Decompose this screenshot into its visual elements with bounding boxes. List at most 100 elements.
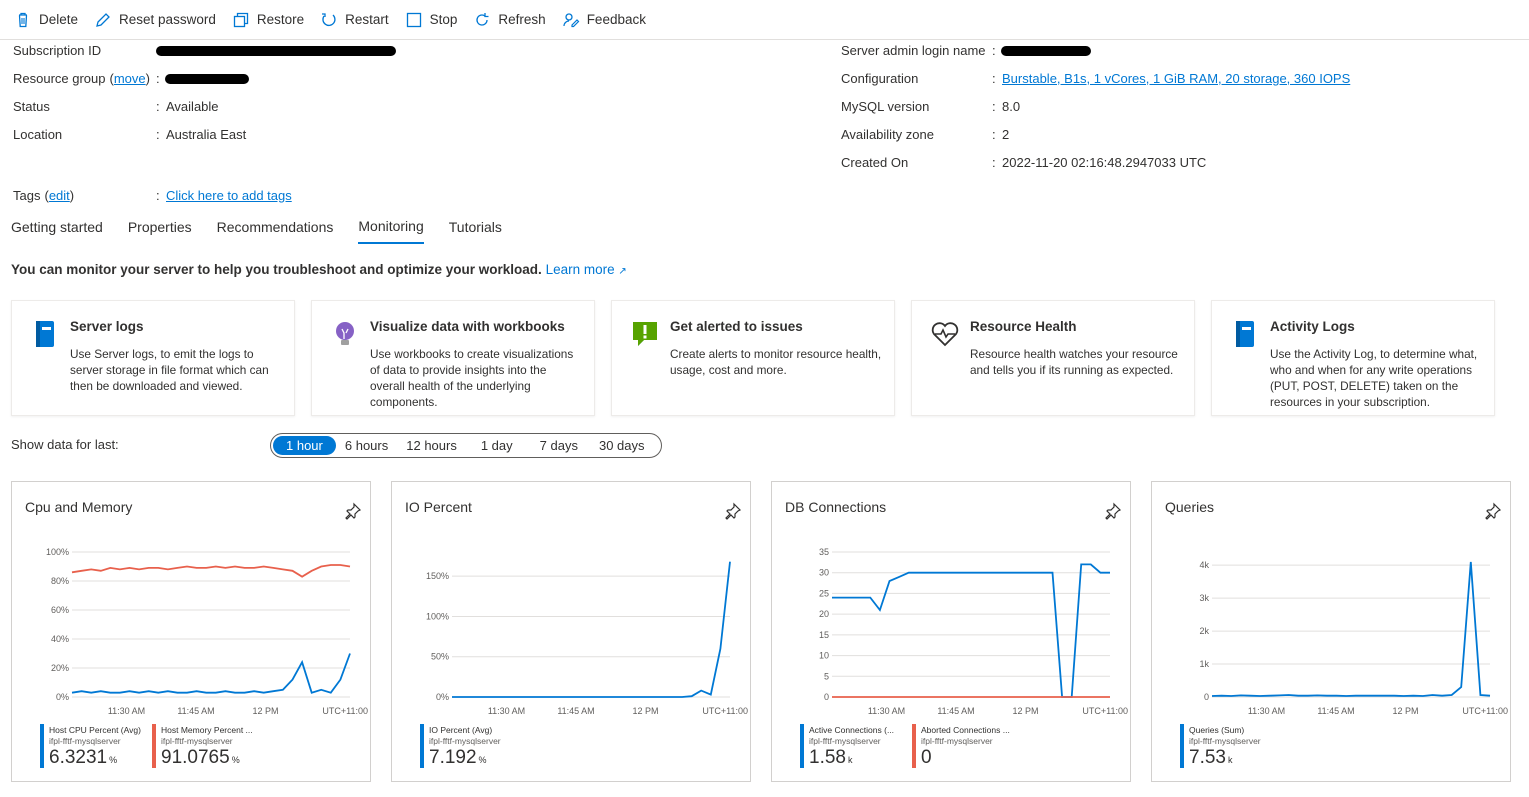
pin-icon[interactable] bbox=[1104, 502, 1122, 520]
resource-group-value[interactable] bbox=[165, 71, 249, 86]
tab-getting-started[interactable]: Getting started bbox=[11, 210, 103, 244]
resource-health-card[interactable]: Resource Health Resource health watches … bbox=[911, 300, 1195, 416]
refresh-button[interactable]: Refresh bbox=[473, 0, 546, 40]
workbooks-card[interactable]: Visualize data with workbooks Use workbo… bbox=[311, 300, 595, 416]
tab-properties[interactable]: Properties bbox=[128, 210, 192, 244]
legend-resource: ifpl-fftf-mysqlserver bbox=[921, 736, 993, 746]
subscription-id-row: Subscription ID bbox=[13, 40, 396, 60]
x-tick-label: 11:45 AM bbox=[177, 706, 214, 716]
stop-icon bbox=[406, 12, 421, 27]
pin-icon[interactable] bbox=[1484, 502, 1502, 520]
y-tick-label: 30 bbox=[819, 568, 829, 578]
legend-resource: ifpl-fftf-mysqlserver bbox=[809, 736, 881, 746]
separator: : bbox=[992, 126, 996, 142]
y-tick-label: 4k bbox=[1199, 560, 1209, 570]
pin-icon[interactable] bbox=[344, 502, 362, 520]
tab-tutorials[interactable]: Tutorials bbox=[449, 210, 502, 244]
y-tick-label: 15 bbox=[819, 630, 829, 640]
restore-label: Restore bbox=[256, 12, 305, 27]
x-tick-label: 11:30 AM bbox=[868, 706, 905, 716]
y-tick-label: 40% bbox=[51, 634, 69, 644]
activity-logs-card[interactable]: Activity Logs Use the Activity Log, to d… bbox=[1211, 300, 1495, 416]
pin-icon[interactable] bbox=[724, 502, 742, 520]
separator: : bbox=[156, 126, 160, 142]
range-1-day[interactable]: 1 day bbox=[466, 436, 528, 455]
legend-swatch bbox=[420, 724, 424, 768]
y-tick-label: 25 bbox=[819, 588, 829, 598]
range-6-hours[interactable]: 6 hours bbox=[336, 436, 397, 455]
legend-item: Host CPU Percent (Avg) ifpl-fftf-mysqlse… bbox=[40, 722, 150, 772]
legend-series-name: IO Percent (Avg) bbox=[429, 725, 493, 735]
tab-monitoring[interactable]: Monitoring bbox=[358, 210, 424, 244]
x-tick-label: 11:45 AM bbox=[937, 706, 974, 716]
io-percent-chart[interactable]: IO Percent 0% 50% 100% 150% 11:30 AM 11:45 AM… bbox=[391, 481, 751, 782]
separator: : bbox=[992, 154, 996, 170]
pencil-icon bbox=[96, 12, 110, 27]
card-title: Activity Logs bbox=[1270, 319, 1355, 334]
external-link-icon: ↗ bbox=[618, 266, 627, 277]
separator: : bbox=[156, 187, 160, 203]
learn-more-link[interactable]: Learn more ↗ bbox=[546, 262, 627, 277]
delete-button[interactable]: Delete bbox=[14, 0, 78, 40]
chart-plot: 0 1k 2k 3k 4k 11:30 AM 11:45 AM 12 PM UTC+11:00 bbox=[1199, 560, 1508, 716]
legend-swatch bbox=[912, 724, 916, 768]
tags-label: Tags bbox=[13, 187, 41, 203]
series-line bbox=[452, 561, 731, 698]
y-tick-label: 5 bbox=[824, 671, 829, 681]
feedback-button[interactable]: Feedback bbox=[562, 0, 646, 40]
y-tick-label: 80% bbox=[51, 576, 69, 586]
server-logs-card[interactable]: Server logs Use Server logs, to emit the… bbox=[11, 300, 295, 416]
x-tick-label: 12 PM bbox=[632, 706, 658, 716]
tab-recommendations[interactable]: Recommendations bbox=[217, 210, 334, 244]
legend-item: Active Connections (... ifpl-fftf-mysqls… bbox=[800, 722, 910, 772]
delete-label: Delete bbox=[39, 12, 79, 27]
range-1-hour[interactable]: 1 hour bbox=[273, 436, 336, 455]
mysql-version-value: 8.0 bbox=[1002, 98, 1021, 114]
x-tick-label: 12 PM bbox=[1012, 706, 1038, 716]
admin-login-value bbox=[1001, 43, 1091, 58]
restart-button[interactable]: Restart bbox=[320, 0, 389, 40]
subscription-id-label: Subscription ID bbox=[13, 42, 102, 58]
db-connections-chart[interactable]: DB Connections 0 5 10 15 20 25 30 35 11:30 AM 11:… bbox=[771, 481, 1131, 782]
add-tags-link[interactable]: Click here to add tags bbox=[166, 188, 292, 203]
stop-button[interactable]: Stop bbox=[405, 0, 458, 40]
refresh-label: Refresh bbox=[498, 12, 546, 27]
range-30-days[interactable]: 30 days bbox=[590, 436, 654, 455]
y-tick-label: 3k bbox=[1199, 593, 1209, 603]
y-tick-label: 60% bbox=[51, 605, 69, 615]
mysql-version-label: MySQL version bbox=[841, 98, 930, 114]
legend-series-name: Host Memory Percent ... bbox=[161, 725, 253, 735]
move-link[interactable]: move bbox=[114, 71, 146, 86]
alerts-card[interactable]: Get alerted to issues Create alerts to m… bbox=[611, 300, 895, 416]
configuration-link[interactable]: Burstable, B1s, 1 vCores, 1 GiB RAM, 20 … bbox=[1002, 71, 1350, 86]
legend-item: Queries (Sum) ifpl-fftf-mysqlserver 7.53… bbox=[1180, 722, 1300, 772]
legend-swatch bbox=[40, 724, 44, 768]
legend-resource: ifpl-fftf-mysqlserver bbox=[49, 736, 121, 746]
y-tick-label: 0% bbox=[436, 692, 449, 702]
subscription-id-value bbox=[156, 43, 396, 58]
y-tick-label: 10 bbox=[819, 651, 829, 661]
cpu-memory-chart[interactable]: Cpu and Memory 0% 20% 40% 60% 80% 100% 11:30 A… bbox=[11, 481, 371, 782]
y-tick-label: 20 bbox=[819, 609, 829, 619]
tags-edit-link[interactable]: edit bbox=[49, 188, 70, 203]
reset-password-button[interactable]: Reset password bbox=[94, 0, 216, 40]
configuration-row: Configuration : Burstable, B1s, 1 vCores… bbox=[841, 68, 1350, 88]
stop-label: Stop bbox=[429, 12, 458, 27]
location-label: Location bbox=[13, 126, 63, 142]
range-12-hours[interactable]: 12 hours bbox=[397, 436, 466, 455]
availability-zone-value: 2 bbox=[1002, 126, 1010, 142]
range-7-days[interactable]: 7 days bbox=[528, 436, 590, 455]
monitoring-intro: You can monitor your server to help you … bbox=[11, 262, 627, 277]
status-value: Available bbox=[166, 98, 219, 114]
restore-button[interactable]: Restore bbox=[232, 0, 304, 40]
x-tick-label: 11:30 AM bbox=[488, 706, 525, 716]
server-logs-icon bbox=[36, 321, 54, 347]
created-on-label: Created On bbox=[841, 154, 909, 170]
resource-group-label: Resource group bbox=[13, 70, 106, 86]
card-description: Use workbooks to create visualizations o… bbox=[370, 347, 574, 409]
created-on-value: 2022-11-20 02:16:48.2947033 UTC bbox=[1002, 154, 1207, 170]
queries-chart[interactable]: Queries 0 1k 2k 3k 4k 11:30 AM 11:45 AM 12 PM UT… bbox=[1151, 481, 1511, 782]
legend-series-name: Host CPU Percent (Avg) bbox=[49, 725, 141, 735]
command-bar: Delete Reset password Restore Restart St… bbox=[0, 0, 1529, 40]
availability-zone-row: Availability zone : 2 bbox=[841, 124, 1009, 144]
